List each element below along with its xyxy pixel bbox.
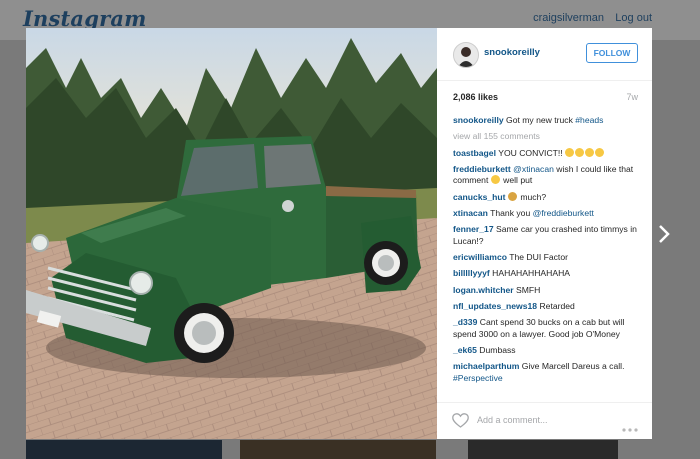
comment: _d339 Cant spend 30 bucks on a cab but w… xyxy=(453,317,625,339)
follow-button[interactable]: FOLLOW xyxy=(586,43,638,63)
comment-username[interactable]: ericwilliamco xyxy=(453,252,507,262)
heart-icon[interactable] xyxy=(452,413,469,433)
comment-username[interactable]: canucks_hut xyxy=(453,192,506,202)
comment-username[interactable]: toastbagel xyxy=(453,148,496,158)
comment: logan.whitcher SMFH xyxy=(453,284,541,295)
background-feed-image xyxy=(468,440,618,459)
profile-link[interactable]: craigsilverman xyxy=(533,12,604,24)
post-header: snookoreilly FOLLOW xyxy=(437,28,652,81)
background-feed-image xyxy=(26,440,222,459)
comment-username[interactable]: billlllyyyf xyxy=(453,268,490,278)
comment: xtinacan Thank you @freddieburkett xyxy=(453,208,594,218)
background-feed-image xyxy=(240,440,436,459)
add-comment-input[interactable]: Add a comment... xyxy=(477,415,548,425)
comment-username[interactable]: logan.whitcher xyxy=(453,285,514,295)
post-age[interactable]: 7w xyxy=(626,92,638,102)
view-all-comments-link[interactable]: view all 155 comments xyxy=(453,131,641,143)
comment: fenner_17 Same car you crashed into timm… xyxy=(453,224,637,246)
more-dots-icon[interactable] xyxy=(622,419,638,437)
comment-username[interactable]: snookoreilly xyxy=(453,115,504,125)
comment: ericwilliamco The DUI Factor xyxy=(453,252,568,263)
emoji-icon xyxy=(490,175,501,185)
comment-username[interactable]: fenner_17 xyxy=(453,224,494,234)
comment-footer: Add a comment... xyxy=(437,402,652,439)
post-username[interactable]: snookoreilly xyxy=(484,47,540,58)
comment-username[interactable]: freddieburkett xyxy=(453,164,511,174)
likes-count[interactable]: 2,086 likes xyxy=(453,92,498,102)
comment: nfl_updates_news18 Retarded xyxy=(453,301,575,311)
comment: billlllyyyf HAHAHAHHAHAHA xyxy=(453,268,571,279)
comments-list: snookoreilly Got my new truck #heads vie… xyxy=(453,115,641,389)
mention-link[interactable]: @freddieburkett xyxy=(533,208,594,218)
post-details-panel: snookoreilly FOLLOW 2,086 likes 7w snook… xyxy=(437,28,652,439)
avatar[interactable] xyxy=(453,42,479,68)
hashtag-link[interactable]: #Perspective xyxy=(453,373,503,383)
comment-username[interactable]: michaelparthum xyxy=(453,361,519,371)
comment: toastbagel YOU CONVICT!! xyxy=(453,147,641,160)
emoji-icon xyxy=(565,147,605,158)
post-photo[interactable] xyxy=(26,28,437,439)
comment: canucks_hut much? xyxy=(453,191,547,202)
comment: _ek65 Dumbass xyxy=(453,345,516,356)
caption: snookoreilly Got my new truck #heads xyxy=(453,115,604,125)
comment-username[interactable]: _ek65 xyxy=(453,345,477,355)
mention-link[interactable]: @xtinacan xyxy=(513,164,554,174)
comment: michaelparthum Give Marcell Dareus a cal… xyxy=(453,361,625,384)
chevron-right-icon[interactable] xyxy=(658,224,670,249)
comment-username[interactable]: xtinacan xyxy=(453,208,488,218)
comment: freddieburkett @xtinacan wish I could li… xyxy=(453,163,634,186)
comment-username[interactable]: nfl_updates_news18 xyxy=(453,301,537,311)
emoji-icon xyxy=(507,191,518,202)
comment-username[interactable]: _d339 xyxy=(453,317,477,327)
hashtag-link[interactable]: #heads xyxy=(575,115,603,125)
logout-link[interactable]: Log out xyxy=(615,12,652,24)
